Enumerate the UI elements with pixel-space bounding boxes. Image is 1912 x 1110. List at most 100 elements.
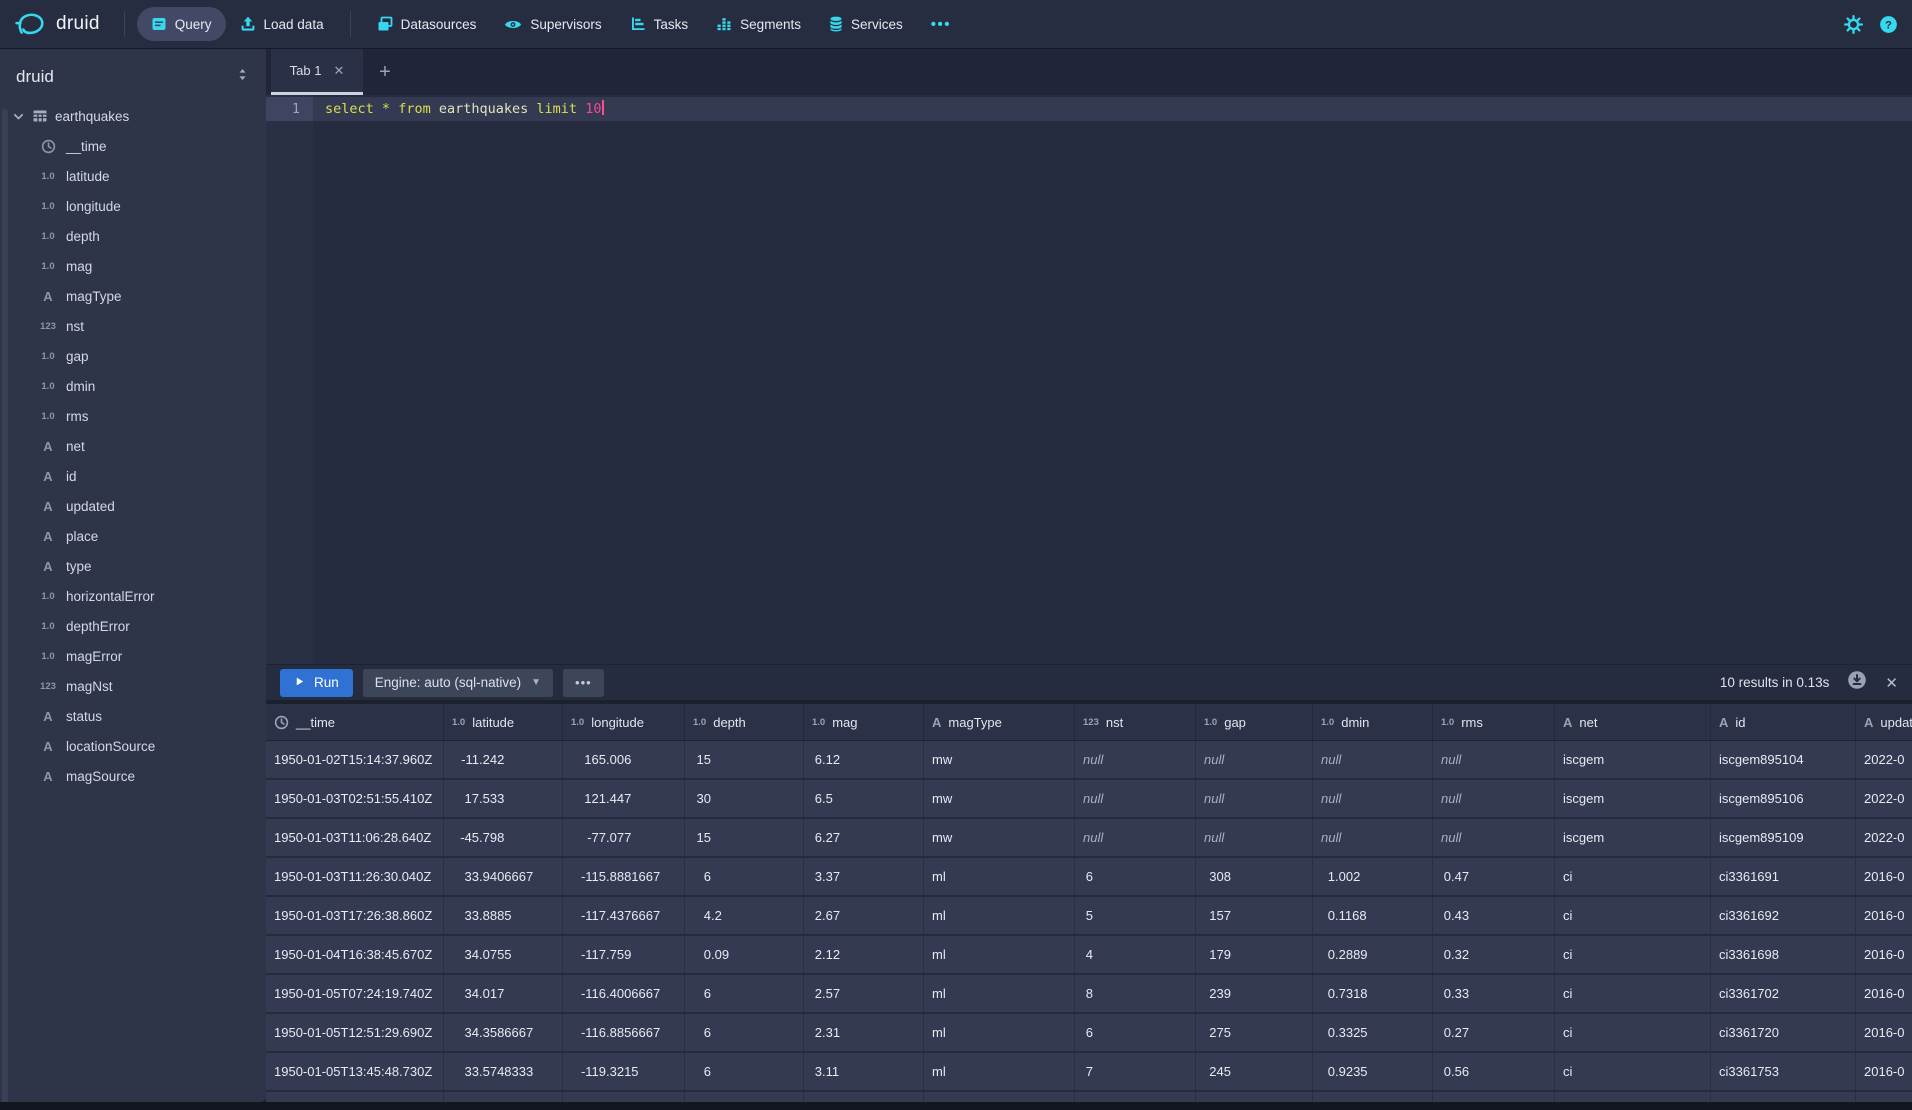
cell-__time[interactable]: 1950-01-03T11:26:30.040Z [266, 858, 444, 895]
cell-mag[interactable]: 3.11 [804, 1053, 924, 1090]
sidebar-column-latitude[interactable]: 1.0latitude [0, 161, 266, 191]
sidebar-column-dmin[interactable]: 1.0dmin [0, 371, 266, 401]
nav-item-segments[interactable]: Segments [702, 7, 815, 41]
cell-depth[interactable]: 15 [685, 819, 804, 856]
cell-longitude[interactable]: -119.3215 [563, 1053, 685, 1090]
sidebar-column-horizontalError[interactable]: 1.0horizontalError [0, 581, 266, 611]
cell-id[interactable]: iscgem895104 [1711, 741, 1856, 778]
cell-updated[interactable]: 2016-0 [1856, 1053, 1912, 1090]
cell-mag[interactable]: 6.5 [804, 780, 924, 817]
cell-dmin[interactable]: 0.1168 [1313, 897, 1433, 934]
cell-nst[interactable]: null [1075, 780, 1196, 817]
sidebar-column-longitude[interactable]: 1.0longitude [0, 191, 266, 221]
cell-__time[interactable]: 1950-01-03T17:26:38.860Z [266, 897, 444, 934]
cell-magType[interactable]: ml [924, 897, 1075, 934]
column-header-__time[interactable]: __time [266, 704, 444, 740]
cell-rms[interactable]: null [1433, 780, 1555, 817]
column-header-depth[interactable]: 1.0depth [685, 704, 804, 740]
column-header-longitude[interactable]: 1.0longitude [563, 704, 685, 740]
cell-depth[interactable]: 6 [685, 858, 804, 895]
cell-net[interactable]: iscgem [1555, 780, 1711, 817]
cell-nst[interactable]: 7 [1075, 1053, 1196, 1090]
sidebar-column-depth[interactable]: 1.0depth [0, 221, 266, 251]
cell-id[interactable]: ci3361753 [1711, 1053, 1856, 1090]
cell-dmin[interactable]: 0.2889 [1313, 936, 1433, 973]
cell-updated[interactable]: 2016-0 [1856, 897, 1912, 934]
query-more-button[interactable]: ••• [563, 669, 604, 697]
cell-longitude[interactable]: 165.006 [563, 741, 685, 778]
cell-rms[interactable]: 0.32 [1433, 936, 1555, 973]
cell-longitude[interactable]: -117.4376667 [563, 897, 685, 934]
cell-rms[interactable]: null [1433, 819, 1555, 856]
cell-longitude[interactable]: -116.4006667 [563, 975, 685, 1012]
cell-id[interactable]: ci3361698 [1711, 936, 1856, 973]
cell-latitude[interactable]: 34.017 [444, 975, 563, 1012]
cell-mag[interactable]: 2.67 [804, 897, 924, 934]
cell-rms[interactable]: 0.47 [1433, 858, 1555, 895]
sidebar-scrollbar[interactable] [2, 109, 8, 1109]
cell-gap[interactable]: null [1196, 741, 1313, 778]
cell-gap[interactable]: null [1196, 819, 1313, 856]
run-button[interactable]: Run [280, 669, 353, 697]
cell-longitude[interactable]: 121.447 [563, 780, 685, 817]
nav-item-query[interactable]: Query [137, 7, 226, 41]
cell-updated[interactable]: 2016-0 [1856, 1014, 1912, 1051]
sidebar-column-magNst[interactable]: 123magNst [0, 671, 266, 701]
column-header-updated[interactable]: Aupdated [1856, 704, 1912, 740]
cell-id[interactable]: ci3361692 [1711, 897, 1856, 934]
cell-gap[interactable]: 308 [1196, 858, 1313, 895]
sidebar-column-mag[interactable]: 1.0mag [0, 251, 266, 281]
cell-depth[interactable]: 15 [685, 741, 804, 778]
cell-depth[interactable]: 6 [685, 1014, 804, 1051]
cell-depth[interactable]: 30 [685, 780, 804, 817]
cell-dmin[interactable]: null [1313, 780, 1433, 817]
cell-magType[interactable]: ml [924, 1053, 1075, 1090]
sidebar-column-nst[interactable]: 123nst [0, 311, 266, 341]
sort-columns-icon[interactable] [235, 67, 250, 87]
cell-__time[interactable]: 1950-01-05T07:24:19.740Z [266, 975, 444, 1012]
cell-magType[interactable]: mw [924, 780, 1075, 817]
column-header-mag[interactable]: 1.0mag [804, 704, 924, 740]
cell-longitude[interactable]: -116.8856667 [563, 1014, 685, 1051]
sidebar-column-magSource[interactable]: AmagSource [0, 761, 266, 791]
cell-latitude[interactable]: -11.242 [444, 741, 563, 778]
cell-rms[interactable]: 0.56 [1433, 1053, 1555, 1090]
settings-gear-icon[interactable] [1844, 15, 1863, 34]
cell-id[interactable]: iscgem895109 [1711, 819, 1856, 856]
nav-item-tasks[interactable]: Tasks [616, 7, 703, 41]
cell-id[interactable]: ci3361702 [1711, 975, 1856, 1012]
close-results-icon[interactable]: ✕ [1885, 674, 1898, 692]
column-header-nst[interactable]: 123nst [1075, 704, 1196, 740]
nav-item-datasources[interactable]: Datasources [363, 7, 491, 41]
cell-mag[interactable]: 6.27 [804, 819, 924, 856]
cell-gap[interactable]: 157 [1196, 897, 1313, 934]
cell-magType[interactable]: mw [924, 741, 1075, 778]
cell-longitude[interactable]: -77.077 [563, 819, 685, 856]
cell-gap[interactable]: 275 [1196, 1014, 1313, 1051]
cell-magType[interactable]: ml [924, 1014, 1075, 1051]
sidebar-column-updated[interactable]: Aupdated [0, 491, 266, 521]
cell-__time[interactable]: 1950-01-03T11:06:28.640Z [266, 819, 444, 856]
cell-dmin[interactable]: null [1313, 741, 1433, 778]
cell-nst[interactable]: 6 [1075, 858, 1196, 895]
cell-updated[interactable]: 2022-0 [1856, 780, 1912, 817]
cell-rms[interactable]: 0.33 [1433, 975, 1555, 1012]
cell-gap[interactable]: 239 [1196, 975, 1313, 1012]
nav-item-services[interactable]: Services [815, 7, 917, 41]
nav-item-more[interactable]: ••• [917, 7, 965, 41]
engine-select[interactable]: Engine: auto (sql-native) ▼ [363, 669, 553, 697]
cell-dmin[interactable]: 0.7318 [1313, 975, 1433, 1012]
tab-close-icon[interactable]: ✕ [333, 63, 344, 79]
cell-mag[interactable]: 6.12 [804, 741, 924, 778]
cell-updated[interactable]: 2016-0 [1856, 858, 1912, 895]
cell-dmin[interactable]: null [1313, 819, 1433, 856]
column-header-magType[interactable]: AmagType [924, 704, 1075, 740]
sidebar-column-gap[interactable]: 1.0gap [0, 341, 266, 371]
cell-net[interactable]: ci [1555, 1014, 1711, 1051]
download-results-icon[interactable] [1847, 670, 1867, 695]
cell-latitude[interactable]: 34.0755 [444, 936, 563, 973]
cell-dmin[interactable]: 0.9235 [1313, 1053, 1433, 1090]
cell-nst[interactable]: 5 [1075, 897, 1196, 934]
cell-latitude[interactable]: 33.9406667 [444, 858, 563, 895]
cell-mag[interactable]: 2.57 [804, 975, 924, 1012]
